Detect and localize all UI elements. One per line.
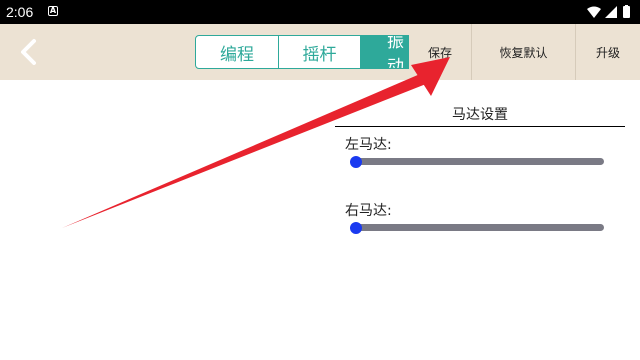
- back-button[interactable]: [14, 36, 46, 68]
- toolbar: 编程 摇杆 振动 保存 恢复默认 升级: [0, 24, 640, 80]
- tab-programming[interactable]: 编程: [196, 36, 278, 68]
- left-motor-slider-track[interactable]: [357, 158, 604, 165]
- status-time: 2:06: [6, 4, 34, 20]
- mode-tabs: 编程 摇杆 振动: [195, 35, 421, 69]
- motor-settings-title: 马达设置: [335, 104, 625, 127]
- save-button[interactable]: 保存: [409, 24, 471, 80]
- notification-icon: A: [48, 6, 58, 16]
- right-motor-label: 右马达:: [345, 203, 392, 219]
- toolbar-actions: 保存 恢复默认 升级: [409, 24, 640, 80]
- wifi-signal-battery-icon: [587, 5, 630, 18]
- chevron-left-icon: [21, 39, 36, 65]
- restore-default-button[interactable]: 恢复默认: [471, 24, 575, 80]
- right-motor-slider-track[interactable]: [357, 224, 604, 231]
- right-motor-slider-thumb[interactable]: [350, 222, 362, 234]
- left-motor-slider-thumb[interactable]: [350, 156, 362, 168]
- tab-joystick[interactable]: 摇杆: [278, 36, 360, 68]
- status-icons: [586, 5, 632, 19]
- status-bar: 2:06 A: [0, 0, 640, 24]
- left-motor-label: 左马达:: [345, 137, 392, 153]
- upgrade-button[interactable]: 升级: [575, 24, 640, 80]
